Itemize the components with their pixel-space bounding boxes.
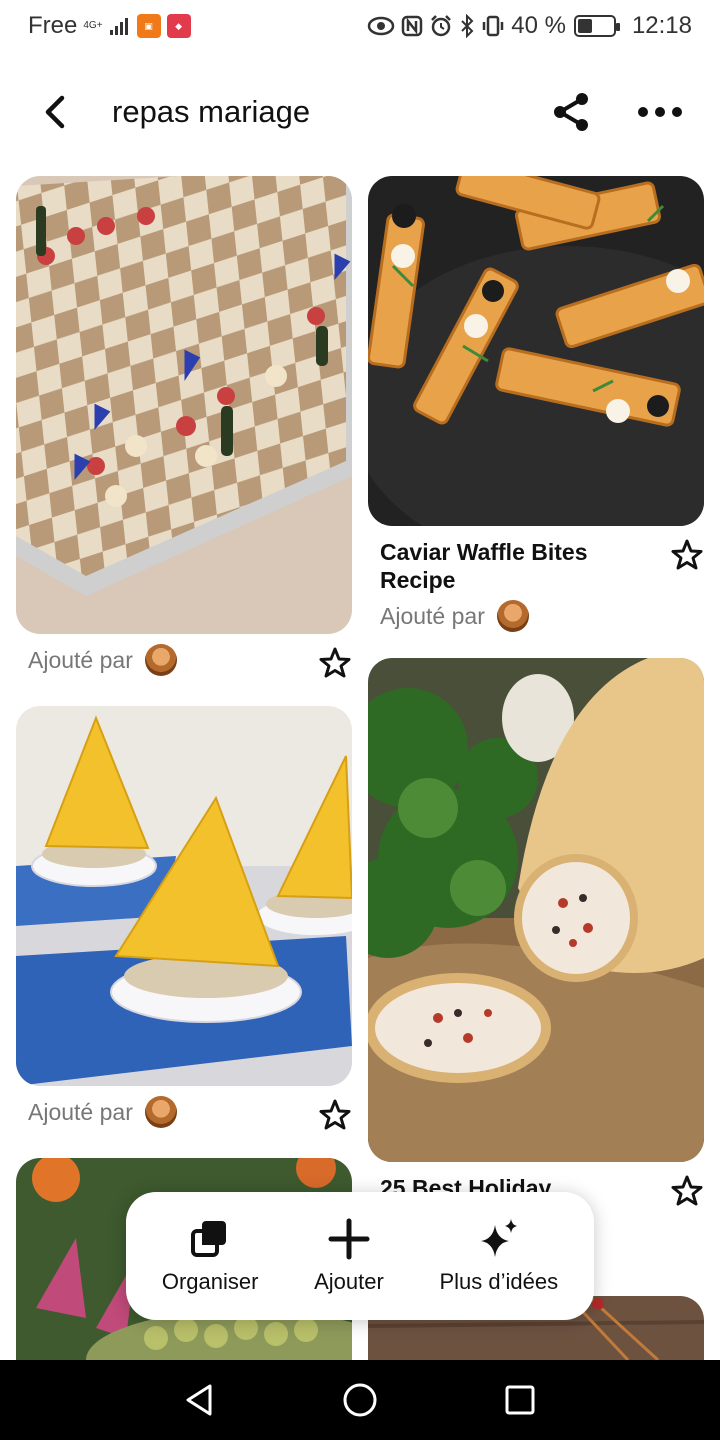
share-icon [554, 93, 588, 131]
star-icon [319, 1099, 351, 1130]
pin-image-chessboard[interactable] [16, 176, 352, 634]
save-pin-button[interactable] [318, 1098, 352, 1132]
added-by-label: Ajouté par [380, 602, 485, 629]
status-left: Free 4G+ ▣ ◆ [28, 12, 191, 40]
more-dot-icon [638, 107, 648, 117]
status-bar: Free 4G+ ▣ ◆ 40 % 12:18 [0, 0, 720, 52]
avatar[interactable] [144, 644, 177, 676]
carrier-label: Free [28, 12, 78, 39]
share-button[interactable] [550, 90, 594, 134]
tortilla-sailboat-eggs-image [16, 706, 352, 1086]
pin-image-sailboats[interactable] [16, 706, 352, 1086]
save-pin-button[interactable] [670, 1174, 704, 1208]
organize-button[interactable]: Organiser [161, 1217, 259, 1295]
pin-title[interactable]: Caviar Waffle Bites Recipe [380, 538, 660, 594]
add-button[interactable]: Ajouter [314, 1217, 384, 1295]
system-nav-bar [0, 1360, 720, 1440]
battery-icon [573, 15, 620, 37]
more-dot-icon [655, 107, 665, 117]
nfc-icon [401, 15, 423, 37]
eye-icon [367, 16, 395, 36]
stuffed-baguette-image [368, 658, 704, 1162]
save-pin-button[interactable] [318, 646, 352, 680]
pin-attribution: Ajouté par [28, 1096, 177, 1128]
circle-home-icon [343, 1383, 377, 1417]
more-dot-icon [672, 107, 682, 117]
nav-home-button[interactable] [330, 1370, 390, 1430]
triangle-back-icon [186, 1384, 212, 1416]
caviar-waffle-bites-image [368, 176, 704, 526]
battery-percent: 40 % [511, 12, 566, 39]
board-header: repas mariage [0, 66, 720, 158]
board-action-bar: Organiser Ajouter Plus d’idées [126, 1192, 594, 1320]
avatar[interactable] [496, 600, 529, 632]
save-pin-button[interactable] [670, 538, 704, 572]
nav-recents-button[interactable] [490, 1370, 550, 1430]
star-icon [671, 1175, 703, 1206]
added-by-label: Ajouté par [28, 646, 133, 673]
more-ideas-button[interactable]: Plus d’idées [439, 1217, 558, 1295]
temu-app-icon: ◆ [166, 14, 191, 38]
added-by-label: Ajouté par [28, 1098, 133, 1125]
organize-icon [191, 1221, 227, 1257]
bluetooth-icon [461, 14, 474, 38]
pin-image-caviar-waffle[interactable] [368, 176, 704, 526]
nav-back-button[interactable] [170, 1370, 230, 1430]
pin-attribution: Ajouté par [380, 600, 529, 632]
plus-icon [328, 1218, 370, 1260]
clock: 12:18 [631, 12, 692, 39]
signal-icon [109, 18, 128, 35]
status-right: 40 % 12:18 [367, 12, 692, 40]
sparkle-icon [480, 1219, 517, 1257]
more-ideas-label: Plus d’idées [439, 1269, 559, 1294]
alarm-icon [431, 15, 452, 37]
network-type: 4G+ [83, 20, 103, 31]
star-icon [671, 539, 703, 570]
page-title: repas mariage [112, 94, 311, 129]
back-button[interactable] [36, 92, 76, 132]
battery-level [577, 19, 592, 33]
pin-image-stuffed-baguette[interactable] [368, 658, 704, 1162]
vibrate-icon [482, 15, 504, 37]
add-label: Ajouter [314, 1269, 384, 1294]
avatar[interactable] [144, 1096, 177, 1128]
star-icon [319, 647, 351, 678]
pin-attribution: Ajouté par [28, 644, 177, 676]
chevron-left-icon [45, 95, 65, 129]
organize-label: Organiser [161, 1269, 259, 1294]
chessboard-appetizer-image [16, 176, 352, 634]
more-options-button[interactable] [638, 102, 682, 122]
shopping-app-icon: ▣ [136, 14, 161, 38]
square-recents-icon [505, 1385, 535, 1415]
